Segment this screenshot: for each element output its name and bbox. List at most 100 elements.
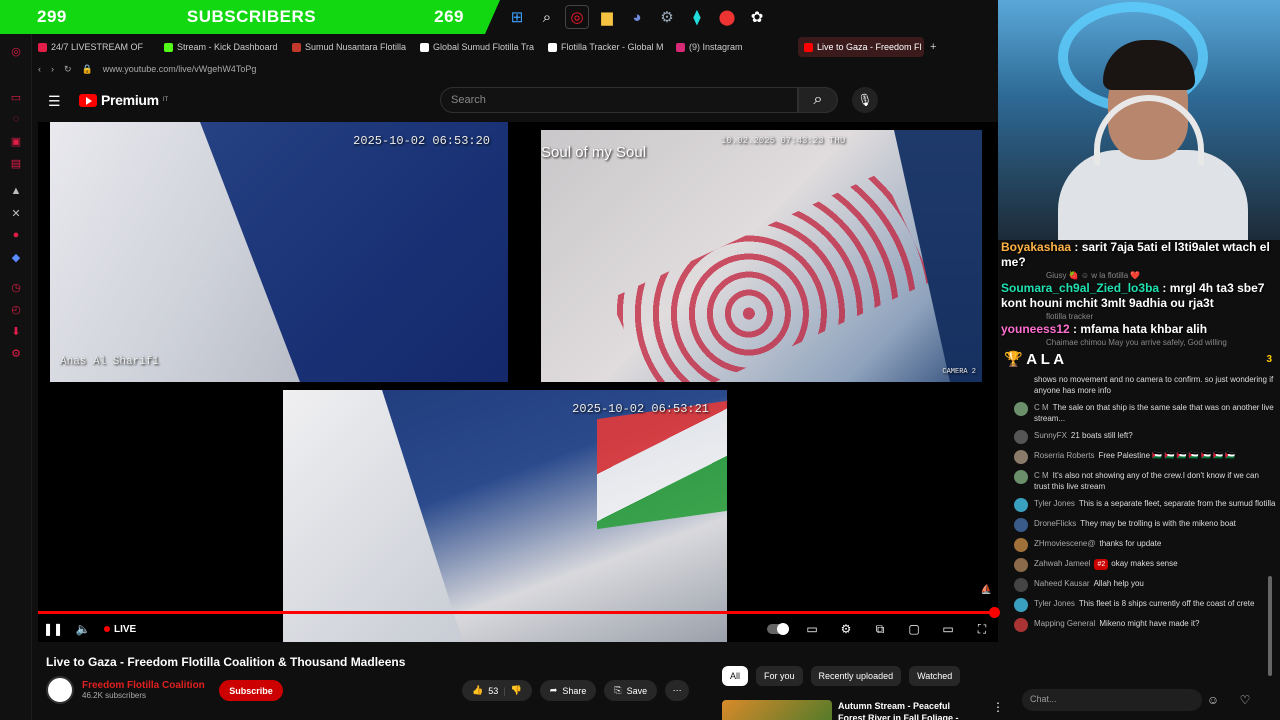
filter-chip[interactable]: Watched bbox=[909, 666, 961, 686]
chat-author[interactable]: SunnyFX bbox=[1034, 431, 1067, 440]
subscriber-count-left: 299 bbox=[37, 7, 67, 26]
emoji-icon[interactable]: ☺ bbox=[1204, 691, 1222, 709]
steam-icon[interactable]: ⚙ bbox=[655, 5, 679, 29]
search-icon: ⌕ bbox=[813, 91, 823, 108]
chat-author[interactable]: Tyler Jones bbox=[1034, 499, 1075, 508]
browser-tab[interactable]: Sumud Nusantara Flotilla bbox=[286, 37, 414, 57]
thumbs-down-icon[interactable]: 👎 bbox=[511, 685, 522, 696]
chat-scrollbar[interactable] bbox=[1268, 576, 1272, 676]
record-icon[interactable]: ● bbox=[0, 224, 32, 246]
live-indicator[interactable]: LIVE bbox=[104, 624, 136, 635]
clock-icon[interactable]: ◷ bbox=[0, 276, 32, 298]
save-button[interactable]: ⎘ Save bbox=[604, 680, 658, 701]
like-button[interactable]: 👍 53 | 👎 bbox=[462, 680, 532, 701]
recommendation-item[interactable]: Autumn Stream - Peaceful Forest River in… bbox=[722, 700, 1004, 720]
location-icon[interactable]: ⬤ bbox=[715, 5, 739, 29]
timestamp-3: 2025-10-02 06:53:21 bbox=[572, 402, 709, 416]
browser-tab[interactable]: 24/7 LIVESTREAM OF bbox=[32, 37, 158, 57]
search-input[interactable]: Search bbox=[440, 87, 798, 113]
search-button[interactable]: ⌕ bbox=[798, 87, 838, 113]
back-icon[interactable]: ‹ bbox=[38, 64, 41, 74]
chat-author[interactable]: C M bbox=[1034, 403, 1049, 412]
new-tab-icon[interactable]: + bbox=[924, 41, 942, 53]
kebab-menu-icon[interactable]: ⋮ bbox=[992, 700, 1004, 720]
filter-chip[interactable]: For you bbox=[756, 666, 803, 686]
filter-chip[interactable]: All bbox=[722, 666, 749, 686]
download-icon[interactable]: ⬇ bbox=[0, 320, 32, 342]
scrubber-handle[interactable] bbox=[989, 607, 1000, 618]
windows-start-icon[interactable]: ⊞ bbox=[505, 5, 529, 29]
fullscreen-icon[interactable]: ⛶ bbox=[966, 618, 998, 640]
volume-icon[interactable]: 🔈 bbox=[68, 622, 98, 636]
chat-author[interactable]: Naheed Kausar bbox=[1034, 579, 1090, 588]
tv-icon[interactable]: ▣ bbox=[0, 130, 32, 152]
browser-tab[interactable]: Flotilla Tracker - Global M bbox=[542, 37, 670, 57]
chat-avatar[interactable] bbox=[1014, 598, 1028, 612]
gear-icon[interactable]: ⚙ bbox=[0, 342, 32, 364]
miniplayer-icon[interactable]: ⧉ bbox=[864, 618, 896, 640]
aria-icon[interactable]: ◌ bbox=[0, 108, 32, 130]
arc-icon[interactable]: ▲ bbox=[0, 180, 32, 202]
browser-tab[interactable]: Stream - Kick Dashboard bbox=[158, 37, 286, 57]
browser-tab[interactable]: (9) Instagram bbox=[670, 37, 798, 57]
settings-gear-icon[interactable]: ⚙ bbox=[830, 618, 862, 640]
chat-author[interactable]: Mapping General bbox=[1034, 619, 1095, 628]
chat-author[interactable]: Zahwah Jameel bbox=[1034, 559, 1090, 568]
search-icon[interactable]: ⌕ bbox=[535, 5, 559, 29]
messenger-icon[interactable]: ▭ bbox=[0, 86, 32, 108]
settings-icon[interactable]: ✿ bbox=[745, 5, 769, 29]
chat-avatar[interactable] bbox=[1014, 402, 1028, 416]
share-button[interactable]: ➦ Share bbox=[539, 680, 597, 701]
youtube-logo[interactable]: Premium IT bbox=[79, 92, 168, 108]
pause-icon[interactable]: ❚❚ bbox=[38, 622, 68, 636]
cast-icon[interactable]: ▭ bbox=[932, 618, 964, 640]
chat-avatar[interactable] bbox=[1014, 618, 1028, 632]
app-icon[interactable]: ⧫ bbox=[685, 5, 709, 29]
chat-message: C M It's also not showing any of the crew… bbox=[1014, 470, 1276, 492]
chat-avatar[interactable] bbox=[1014, 538, 1028, 552]
more-options-button[interactable]: ⋯ bbox=[665, 680, 690, 701]
theater-mode-icon[interactable]: ▢ bbox=[898, 618, 930, 640]
chat-avatar[interactable] bbox=[1014, 470, 1028, 484]
chat-avatar[interactable] bbox=[1014, 430, 1028, 444]
discord-icon[interactable]: ◕ bbox=[625, 5, 649, 29]
chat-avatar[interactable] bbox=[1014, 578, 1028, 592]
video-player[interactable]: 2025-10-02 06:53:20 Anas Al Sharif1 10.0… bbox=[38, 122, 1000, 642]
menu-icon[interactable]: ☰ bbox=[48, 93, 61, 110]
overlay-chat-author: youneess12 bbox=[1001, 322, 1070, 336]
chat-author[interactable]: Tyler Jones bbox=[1034, 599, 1075, 608]
subtitles-icon[interactable]: ▭ bbox=[796, 618, 828, 640]
chat-avatar[interactable] bbox=[1014, 498, 1028, 512]
shield-icon[interactable]: ◆ bbox=[0, 246, 32, 268]
chat-author[interactable]: C M bbox=[1034, 471, 1049, 480]
chat-author[interactable]: ZHmoviescene@ bbox=[1034, 539, 1095, 548]
opera-icon[interactable]: ◎ bbox=[565, 5, 589, 29]
reload-icon[interactable]: ↻ bbox=[64, 64, 72, 75]
chat-input[interactable]: Chat... bbox=[1022, 689, 1202, 711]
browser-tab[interactable]: Live to Gaza - Freedom Fl bbox=[798, 37, 924, 57]
chat-avatar[interactable] bbox=[1014, 558, 1028, 572]
history-icon[interactable]: ◴ bbox=[0, 298, 32, 320]
channel-avatar[interactable] bbox=[46, 676, 74, 704]
progress-bar[interactable] bbox=[38, 607, 1000, 618]
channel-name[interactable]: Freedom Flotilla Coalition bbox=[82, 680, 205, 691]
browser-tab[interactable]: Global Sumud Flotilla Tra bbox=[414, 37, 542, 57]
recommendation-title[interactable]: Autumn Stream - Peaceful Forest River in… bbox=[838, 700, 978, 720]
forward-icon[interactable]: › bbox=[51, 64, 54, 74]
chat-avatar[interactable] bbox=[1014, 518, 1028, 532]
opera-logo-icon[interactable]: ◎ bbox=[0, 40, 32, 62]
chat-author[interactable]: Roserria Roberts bbox=[1034, 451, 1094, 460]
music-icon[interactable]: ▤ bbox=[0, 152, 32, 174]
x-icon[interactable]: ✕ bbox=[0, 202, 32, 224]
subscribe-button[interactable]: Subscribe bbox=[219, 680, 283, 701]
chat-avatar[interactable] bbox=[1014, 450, 1028, 464]
chat-author[interactable]: DroneFlicks bbox=[1034, 519, 1076, 528]
url-text[interactable]: www.youtube.com/live/vWgehW4ToPg bbox=[103, 64, 257, 74]
folder-icon[interactable]: ▆ bbox=[595, 5, 619, 29]
heart-icon[interactable]: ♡ bbox=[1236, 691, 1254, 709]
filter-chip[interactable]: Recently uploaded bbox=[810, 666, 902, 686]
recommendation-thumbnail[interactable] bbox=[722, 700, 832, 720]
autoplay-toggle[interactable] bbox=[762, 618, 794, 640]
chat-avatar[interactable] bbox=[1014, 374, 1028, 388]
voice-search-icon[interactable]: 🎙 bbox=[852, 87, 878, 113]
